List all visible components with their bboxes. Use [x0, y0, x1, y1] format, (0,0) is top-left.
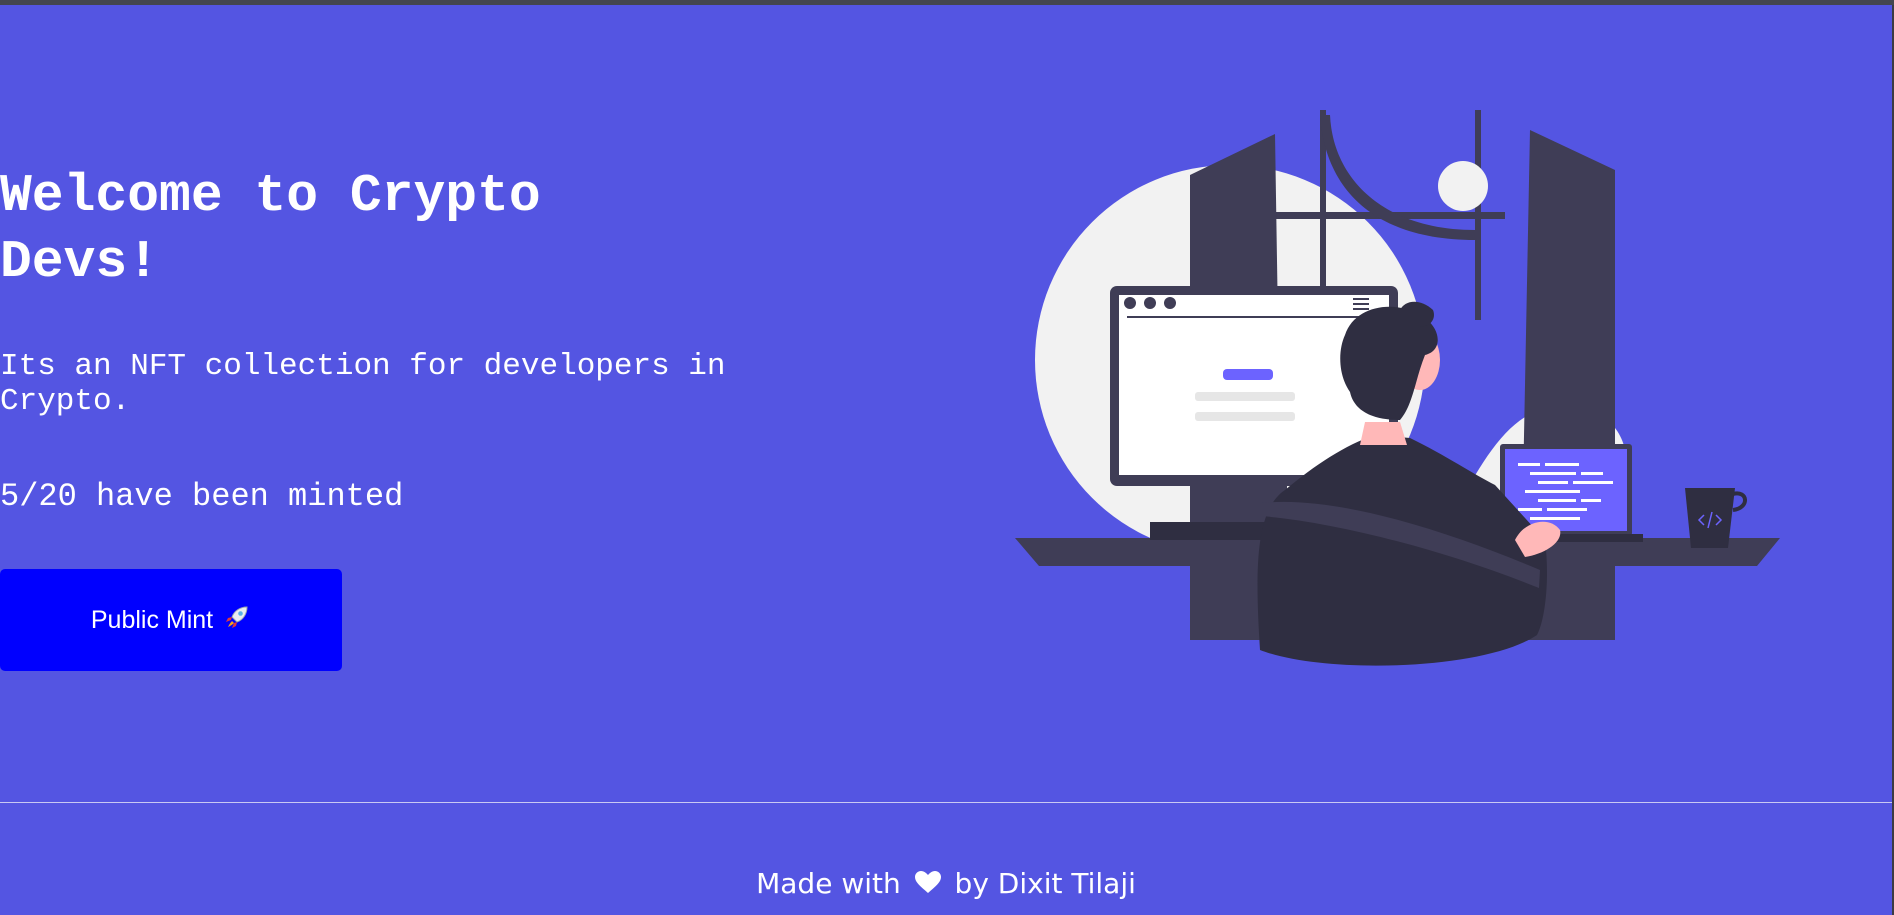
footer-credit: Made with by Dixit Tilaji [0, 867, 1892, 902]
footer-author: by Dixit Tilaji [954, 867, 1136, 900]
hero-title: Welcome to Crypto Devs! [0, 166, 541, 292]
home-page: Welcome to Crypto Devs! Its an NFT colle… [0, 5, 1894, 915]
footer-divider [0, 802, 1892, 803]
public-mint-label: Public Mint [90, 605, 214, 634]
heart-icon [914, 868, 942, 902]
public-mint-button[interactable]: Public Mint [0, 569, 342, 671]
developer-at-desk-illustration [1015, 110, 1785, 680]
rocket-icon [223, 603, 251, 638]
footer-prefix: Made with [756, 867, 901, 900]
hero-description: Its an NFT collection for developers in … [0, 349, 726, 419]
minted-count: 5/20 have been minted [0, 478, 404, 515]
